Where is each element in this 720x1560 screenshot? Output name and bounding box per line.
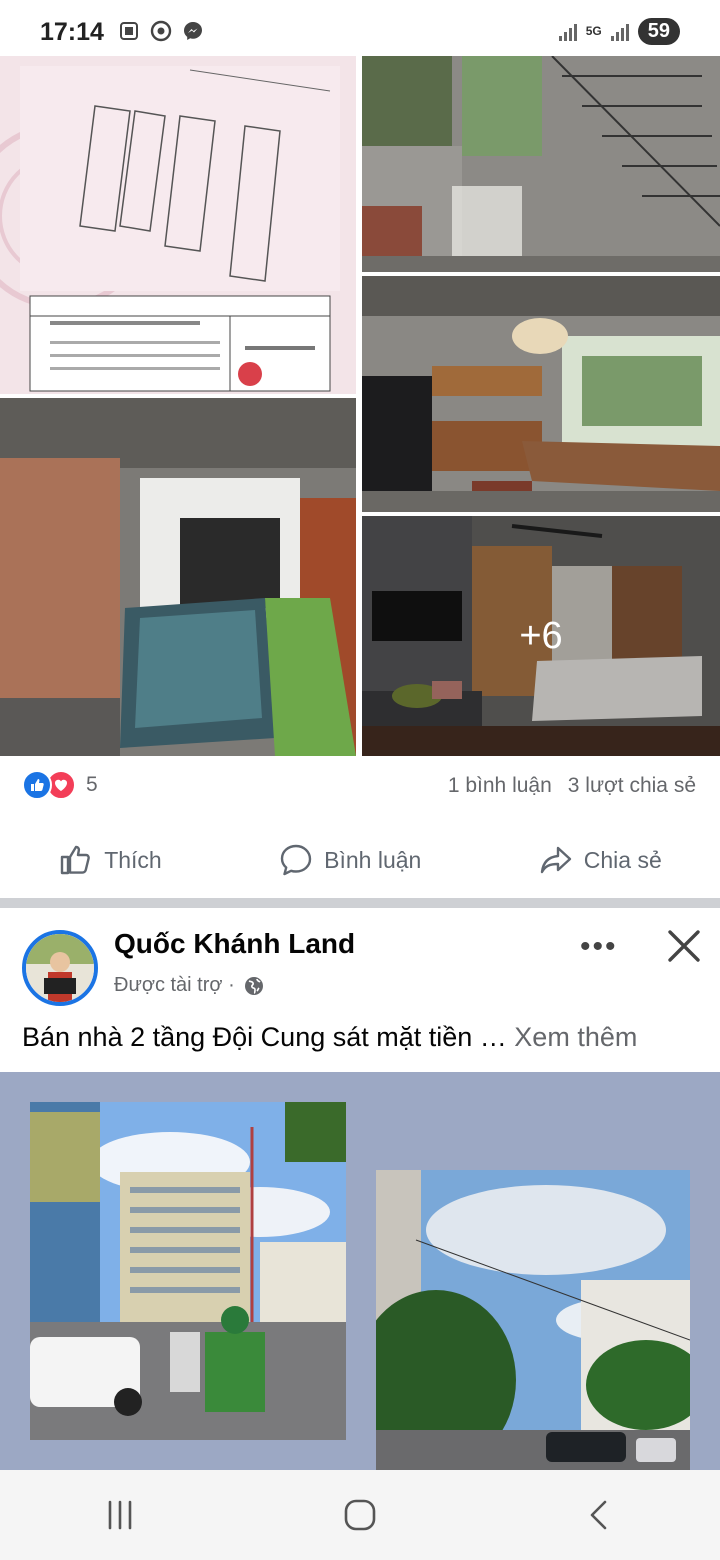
messenger-icon [184, 22, 202, 40]
photo-pool[interactable] [0, 398, 356, 756]
battery-level: 59 [637, 18, 680, 45]
home-icon [344, 1499, 376, 1531]
globe-icon [244, 976, 263, 995]
like-label: Thích [104, 846, 162, 873]
share-icon [540, 846, 571, 874]
system-nav-bar [0, 1470, 720, 1560]
see-more-link[interactable]: Xem thêm [514, 1022, 637, 1052]
back-icon [590, 1500, 607, 1530]
comment-icon [280, 844, 312, 876]
post-separator [0, 898, 720, 908]
recent-apps-button[interactable] [85, 1490, 155, 1540]
photo-certificate[interactable] [0, 56, 356, 394]
back-button[interactable] [565, 1490, 635, 1540]
post-text[interactable]: Bán nhà 2 tầng Đội Cung sát mặt tiền … X… [22, 1022, 637, 1053]
page-name[interactable]: Quốc Khánh Land [114, 928, 355, 960]
status-bar: 17:14 5G 59 [0, 0, 720, 58]
sponsored-label: Được tài trợ · [114, 974, 265, 997]
signal-icon [610, 23, 629, 41]
like-button[interactable]: Thích [58, 842, 162, 878]
comment-label: Bình luận [324, 846, 422, 873]
chrome-icon [150, 20, 172, 42]
avatar[interactable] [22, 930, 98, 1006]
post-action-bar: Thích Bình luận Chia sẻ [0, 828, 720, 892]
share-label: Chia sẻ [583, 846, 662, 873]
thumbs-up-icon [61, 845, 91, 875]
post-text-body: Bán nhà 2 tầng Đội Cung sát mặt tiền … [22, 1022, 515, 1052]
ad-media [0, 1072, 720, 1470]
ad-photo-street-trees[interactable] [376, 1170, 690, 1470]
more-options-button[interactable]: ••• [580, 930, 618, 964]
engagement-stats: 1 bình luận 3 lượt chia sẻ [448, 774, 696, 798]
network-type: 5G [585, 24, 602, 38]
signal-icon [558, 23, 577, 41]
like-reaction-icon [22, 770, 52, 800]
notification-icons [118, 20, 204, 42]
recent-apps-icon [108, 1500, 132, 1530]
status-time: 17:14 [40, 18, 104, 46]
status-right: 5G 59 [558, 18, 680, 45]
reaction-count: 5 [86, 773, 98, 796]
share-button[interactable]: Chia sẻ [538, 842, 662, 878]
photo-staircase[interactable] [362, 56, 720, 272]
ad-photo-street-building[interactable] [30, 1102, 346, 1440]
sponsored-text: Được tài trợ · [114, 974, 235, 996]
more-photos-count[interactable]: +6 [362, 516, 720, 756]
comments-count[interactable]: 1 bình luận [448, 774, 552, 798]
close-icon[interactable] [662, 924, 706, 968]
shares-count[interactable]: 3 lượt chia sẻ [568, 774, 696, 798]
screenshot-icon [120, 22, 138, 40]
home-button[interactable] [325, 1490, 395, 1540]
photo-kitchen[interactable] [362, 276, 720, 512]
comment-button[interactable]: Bình luận [278, 842, 421, 878]
reactions-summary[interactable]: 5 [22, 770, 98, 800]
photo-bedroom[interactable]: +6 [362, 516, 720, 756]
